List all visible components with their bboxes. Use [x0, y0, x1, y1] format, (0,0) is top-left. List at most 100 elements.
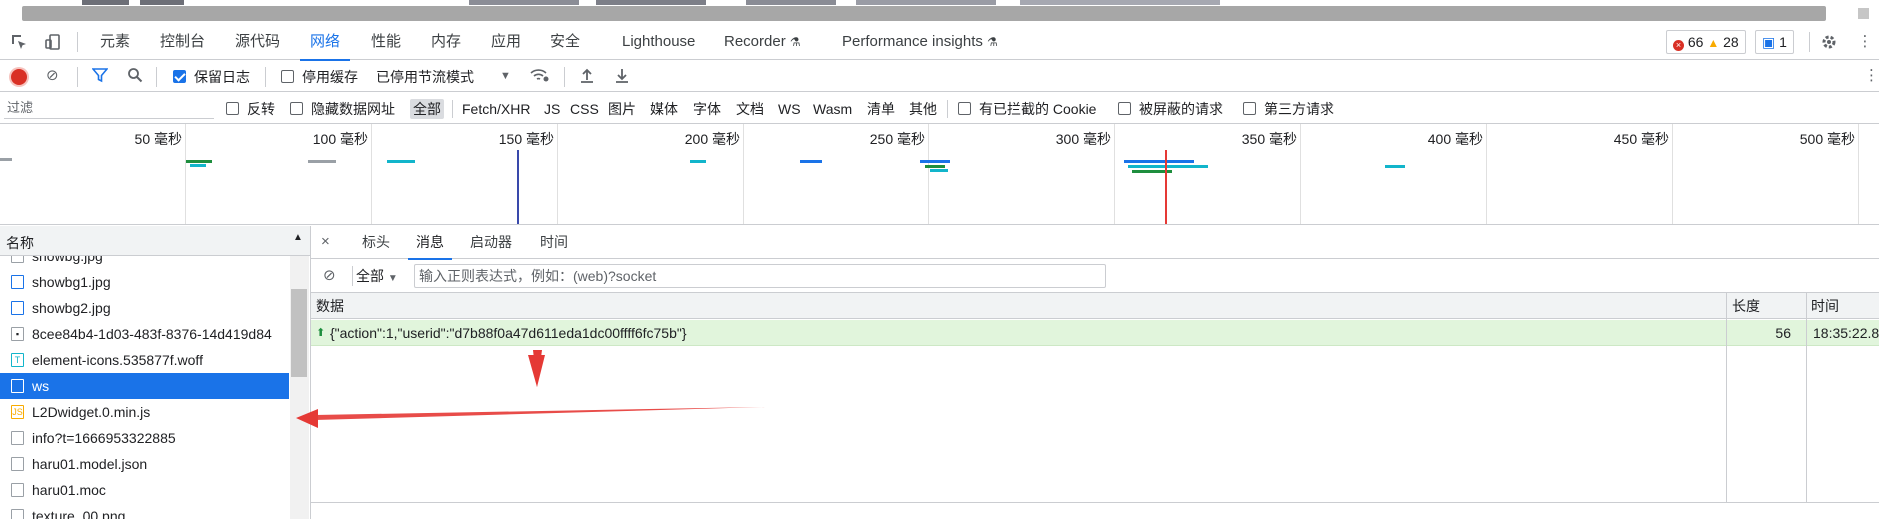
tab-performance[interactable]: 性能 — [361, 24, 411, 60]
device-toolbar-icon[interactable] — [44, 33, 62, 51]
name-column-header[interactable]: 名称 ▲ — [0, 226, 310, 256]
page-horizontal-scrollbar[interactable] — [22, 6, 1826, 21]
tab-elements[interactable]: 元素 — [90, 24, 140, 60]
data-column-header[interactable]: 数据 — [316, 293, 344, 319]
tab-initiator[interactable]: 启动器 — [462, 226, 520, 259]
tab-messages[interactable]: 消息 — [408, 226, 452, 260]
message-row[interactable]: ⬆ {"action":1,"userid":"d7b88f0a47d611ed… — [311, 320, 1879, 346]
warning-count: 28 — [1723, 34, 1739, 50]
message-regex-input[interactable] — [414, 264, 1106, 288]
request-row[interactable]: ▪ 8cee84b4-1d03-483f-8376-14d419d84 — [0, 321, 289, 347]
request-row[interactable]: info?t=1666953322885 — [0, 425, 289, 451]
request-name: showbg.jpg — [32, 256, 103, 264]
request-row[interactable]: JS L2Dwidget.0.min.js — [0, 399, 289, 425]
request-bar — [1124, 160, 1194, 163]
message-time: 18:35:22.8 — [1813, 325, 1879, 341]
tab-application[interactable]: 应用 — [481, 24, 531, 60]
type-filter-font[interactable]: 字体 — [690, 99, 724, 119]
tab-memory[interactable]: 内存 — [421, 24, 471, 60]
request-row[interactable]: texture_00.png — [0, 503, 289, 519]
type-filter-css[interactable]: CSS — [567, 99, 602, 119]
filter-icon[interactable] — [91, 67, 109, 85]
type-filter-media[interactable]: 媒体 — [647, 99, 681, 119]
tab-headers[interactable]: 标头 — [354, 226, 398, 259]
thumbnail — [140, 0, 184, 5]
type-filter-manifest[interactable]: 清单 — [864, 99, 898, 119]
invert-checkbox[interactable] — [226, 102, 239, 115]
error-icon: × — [1673, 40, 1684, 51]
blocked-cookies-checkbox[interactable] — [958, 102, 971, 115]
blocked-requests-checkbox[interactable] — [1118, 102, 1131, 115]
timeline-gridline — [557, 124, 558, 224]
issues-counter[interactable]: × 66 ▲ 28 — [1666, 30, 1746, 54]
type-filter-other[interactable]: 其他 — [906, 99, 940, 119]
request-row[interactable]: showbg1.jpg — [0, 269, 289, 295]
divider — [452, 100, 453, 118]
export-har-icon[interactable] — [614, 67, 630, 85]
disable-cache-checkbox[interactable] — [281, 70, 294, 83]
filter-input[interactable] — [4, 97, 214, 119]
request-bar — [308, 160, 336, 163]
type-filter-wasm[interactable]: Wasm — [810, 99, 855, 119]
request-list-scrollbar-thumb[interactable] — [291, 289, 307, 377]
warning-icon: ▲ — [1707, 36, 1720, 50]
length-column-header[interactable]: 长度 — [1732, 293, 1760, 319]
message-count: 1 — [1779, 34, 1787, 50]
media-icon: ▪ — [11, 327, 24, 341]
type-filter-fetch-xhr[interactable]: Fetch/XHR — [459, 99, 533, 119]
request-bar — [920, 160, 950, 163]
messages-counter[interactable]: ▣ 1 — [1755, 30, 1794, 54]
type-filter-js[interactable]: JS — [541, 99, 563, 119]
timeline-label: 400 毫秒 — [1427, 131, 1483, 147]
detail-tabbar: × 标头 消息 启动器 时间 — [311, 226, 1879, 260]
page-top-strip — [0, 0, 1879, 24]
third-party-checkbox[interactable] — [1243, 102, 1256, 115]
type-filter-all[interactable]: 全部 — [410, 99, 444, 119]
divider — [265, 67, 266, 87]
stop-recording-button[interactable] — [11, 69, 27, 85]
more-tools-icon[interactable]: ⋮ — [1864, 67, 1879, 85]
network-toolbar: ⊘ 保留日志 停用缓存 已停用节流模式 ▼ ⋮ — [0, 61, 1879, 92]
clear-icon[interactable]: ⊘ — [46, 67, 59, 85]
tab-timing[interactable]: 时间 — [532, 226, 576, 259]
tab-performance-insights[interactable]: Performance insights ⚗ — [832, 24, 1008, 60]
more-options-icon[interactable]: ⋮ — [1856, 33, 1874, 51]
request-name: showbg2.jpg — [32, 300, 111, 316]
request-row[interactable]: showbg2.jpg — [0, 295, 289, 321]
request-row[interactable]: showbg.jpg — [0, 256, 289, 269]
tab-security[interactable]: 安全 — [540, 24, 590, 60]
inspect-element-icon[interactable] — [10, 33, 28, 51]
tab-recorder[interactable]: Recorder ⚗ — [714, 24, 811, 60]
chevron-down-icon: ▼ — [387, 273, 398, 284]
timeline-gridline — [743, 124, 744, 224]
network-overview-timeline[interactable]: 50 毫秒 100 毫秒 150 毫秒 200 毫秒 250 毫秒 300 毫秒… — [0, 124, 1879, 225]
import-har-icon[interactable] — [579, 67, 595, 85]
type-filter-img[interactable]: 图片 — [605, 99, 639, 119]
search-icon[interactable] — [127, 67, 143, 85]
time-column-header[interactable]: 时间 — [1811, 293, 1839, 319]
tab-console[interactable]: 控制台 — [150, 24, 215, 60]
messages-table-header: 数据 长度 时间 — [311, 293, 1879, 319]
type-filter-ws[interactable]: WS — [775, 99, 804, 119]
timeline-label: 450 毫秒 — [1613, 131, 1669, 147]
network-conditions-icon[interactable] — [530, 67, 550, 85]
message-filter-select[interactable]: 全部 ▼ — [356, 267, 398, 288]
third-party-label: 第三方请求 — [1264, 101, 1334, 117]
request-row[interactable]: haru01.model.json — [0, 451, 289, 477]
preserve-log-checkbox[interactable] — [173, 70, 186, 83]
type-filter-doc[interactable]: 文档 — [733, 99, 767, 119]
request-row[interactable]: haru01.moc — [0, 477, 289, 503]
clear-messages-icon[interactable]: ⊘ — [323, 267, 336, 285]
tab-network[interactable]: 网络 — [300, 24, 351, 61]
hide-data-urls-checkbox[interactable] — [290, 102, 303, 115]
tab-lighthouse[interactable]: Lighthouse — [612, 24, 705, 60]
request-row-selected[interactable]: ws — [0, 373, 289, 399]
request-bar — [1128, 165, 1208, 168]
chevron-down-icon[interactable]: ▼ — [500, 67, 511, 85]
throttling-select[interactable]: 已停用节流模式 — [376, 68, 474, 86]
filter-bar: 反转 隐藏数据网址 全部 Fetch/XHR JS CSS 图片 媒体 字体 文… — [0, 93, 1879, 124]
tab-sources[interactable]: 源代码 — [225, 24, 290, 60]
close-icon[interactable]: × — [321, 233, 330, 250]
settings-gear-icon[interactable] — [1820, 33, 1838, 51]
request-row[interactable]: Telement-icons.535877f.woff — [0, 347, 289, 373]
